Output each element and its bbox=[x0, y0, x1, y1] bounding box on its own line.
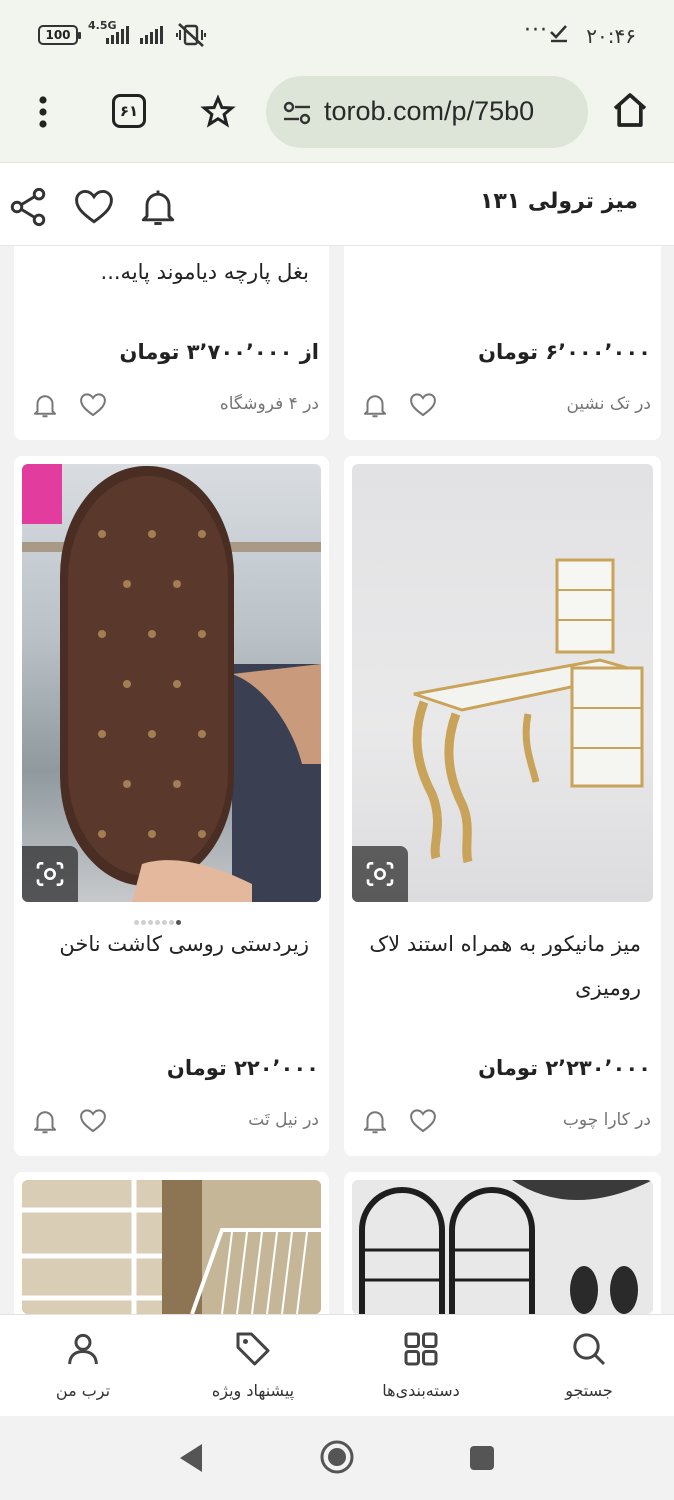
product-image[interactable] bbox=[22, 464, 321, 902]
person-icon bbox=[68, 1333, 98, 1365]
manicure-table-picture bbox=[412, 558, 644, 864]
favorite-heart-icon[interactable] bbox=[408, 1106, 438, 1136]
camera-search-icon bbox=[366, 862, 394, 886]
product-price: از ۳٬۷۰۰٬۰۰۰ تومان bbox=[119, 340, 319, 364]
nav-categories[interactable]: دسته‌بندی‌ها bbox=[346, 1315, 496, 1415]
product-price: ۲٬۲۳۰٬۰۰۰ تومان bbox=[478, 1056, 651, 1080]
page-title: میز ترولی ۱۳۱ bbox=[479, 189, 638, 214]
price-alert-bell-icon[interactable] bbox=[30, 390, 60, 420]
price-alert-bell-icon[interactable] bbox=[360, 390, 390, 420]
product-card[interactable]: ۶٬۰۰۰٬۰۰۰ تومان در تک نشین bbox=[344, 246, 661, 440]
status-bar: 100 4.5G ··· ۲۰:۴۶ bbox=[0, 0, 674, 72]
product-card[interactable] bbox=[14, 1172, 329, 1314]
notification-bell-icon[interactable] bbox=[136, 185, 180, 229]
favorite-heart-icon[interactable] bbox=[78, 390, 108, 420]
product-title: بغل پارچه دیاموند پایه... bbox=[100, 260, 309, 284]
price-alert-bell-icon[interactable] bbox=[30, 1106, 60, 1136]
home-icon[interactable] bbox=[610, 90, 650, 130]
signal-icon bbox=[106, 26, 129, 44]
product-shop[interactable]: در ۴ فروشگاه bbox=[220, 394, 319, 414]
product-price: ۶٬۰۰۰٬۰۰۰ تومان bbox=[478, 340, 651, 364]
product-title: میز مانیکور به همراه استند لاک رومیزی bbox=[369, 932, 641, 1000]
recents-square-icon[interactable] bbox=[468, 1444, 496, 1472]
check-icon bbox=[550, 25, 567, 43]
back-icon[interactable] bbox=[176, 1442, 206, 1474]
site-settings-icon[interactable] bbox=[282, 100, 312, 126]
product-image[interactable] bbox=[22, 1180, 321, 1314]
product-card[interactable] bbox=[344, 1172, 661, 1314]
product-image[interactable] bbox=[352, 464, 653, 902]
kebab-menu-icon[interactable] bbox=[30, 94, 56, 130]
price-alert-bell-icon[interactable] bbox=[360, 1106, 390, 1136]
nav-special-offers-label: پیشنهاد ویژه bbox=[211, 1381, 295, 1400]
favorite-heart-icon[interactable] bbox=[78, 1106, 108, 1136]
product-shop[interactable]: در کارا چوب bbox=[563, 1110, 651, 1130]
trolley-picture bbox=[22, 1180, 321, 1314]
tab-switcher-button[interactable]: ۶۱ bbox=[112, 94, 146, 128]
product-shop[interactable]: در نیل تَت bbox=[248, 1110, 319, 1130]
product-price: ۲۲۰٬۰۰۰ تومان bbox=[166, 1056, 319, 1080]
favorite-heart-icon[interactable] bbox=[72, 185, 116, 229]
product-card[interactable]: میز مانیکور به همراه استند لاک رومیزی ۲٬… bbox=[344, 456, 661, 1156]
product-card[interactable]: بغل پارچه دیاموند پایه... از ۳٬۷۰۰٬۰۰۰ ت… bbox=[14, 246, 329, 440]
overflow-indicator: ··· bbox=[524, 18, 548, 43]
grid-icon bbox=[404, 1332, 438, 1366]
favorite-heart-icon[interactable] bbox=[408, 390, 438, 420]
bottom-navigation: جستجو دسته‌بندی‌ها پیشنهاد ویژه ترب من bbox=[0, 1314, 674, 1416]
product-image[interactable] bbox=[352, 1180, 653, 1314]
browser-toolbar: ۶۱ torob.com/p/75b0 bbox=[0, 72, 674, 162]
share-icon[interactable] bbox=[6, 185, 50, 229]
nail-armrest-picture bbox=[22, 464, 321, 902]
clock: ۲۰:۴۶ bbox=[586, 24, 636, 48]
mirror-stand-picture bbox=[352, 1180, 653, 1314]
battery-indicator: 100 bbox=[38, 25, 81, 45]
tag-icon bbox=[236, 1332, 270, 1366]
vibrate-off-icon bbox=[176, 23, 206, 47]
system-navigation-bar bbox=[0, 1416, 674, 1500]
product-header: میز ترولی ۱۳۱ bbox=[0, 162, 674, 246]
address-bar[interactable]: torob.com/p/75b0 bbox=[266, 76, 588, 148]
home-circle-icon[interactable] bbox=[318, 1438, 356, 1476]
nav-search-label: جستجو bbox=[565, 1381, 613, 1400]
nav-my-torob-label: ترب من bbox=[55, 1381, 111, 1400]
image-search-button[interactable] bbox=[352, 846, 408, 902]
nav-categories-label: دسته‌بندی‌ها bbox=[382, 1381, 460, 1400]
camera-search-icon bbox=[36, 862, 64, 886]
url-text[interactable]: torob.com/p/75b0 bbox=[324, 96, 534, 127]
image-search-button[interactable] bbox=[22, 846, 78, 902]
search-icon bbox=[573, 1333, 606, 1366]
bookmark-star-icon[interactable] bbox=[200, 94, 236, 130]
nav-special-offers[interactable]: پیشنهاد ویژه bbox=[178, 1315, 328, 1415]
product-card[interactable]: زیردستی روسی کاشت ناخن ۲۲۰٬۰۰۰ تومان در … bbox=[14, 456, 329, 1156]
product-shop[interactable]: در تک نشین bbox=[566, 394, 651, 414]
nav-my-torob[interactable]: ترب من bbox=[8, 1315, 158, 1415]
product-title: زیردستی روسی کاشت ناخن bbox=[59, 932, 309, 956]
nav-search[interactable]: جستجو bbox=[514, 1315, 664, 1415]
signal-icon-2 bbox=[140, 26, 163, 44]
